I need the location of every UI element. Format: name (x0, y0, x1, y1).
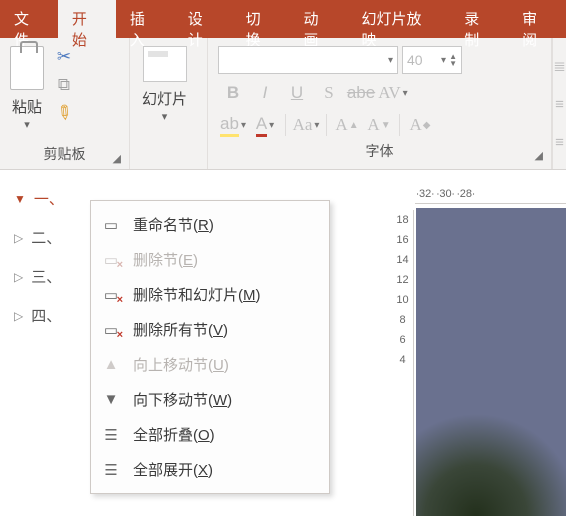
font-color-button[interactable]: A▾ (250, 112, 280, 138)
slide-edit-area[interactable] (416, 208, 566, 516)
italic-button[interactable]: I (250, 80, 280, 106)
outline-section[interactable]: ▷ 三、 (14, 266, 90, 287)
group-label-clipboard: 剪贴板◢ (6, 141, 123, 169)
slide-image (416, 396, 566, 516)
new-slide-button[interactable]: 幻灯片 ▾ (136, 42, 193, 145)
menu-label: 全部折叠(O) (133, 424, 215, 445)
menu-delete-every[interactable]: ▭ 删除所有节(V) (91, 312, 329, 347)
tab-设计[interactable]: 设计 (174, 0, 232, 38)
outline-label: 三、 (31, 266, 61, 287)
menu-delete: ▭ 删除节(E) (91, 242, 329, 277)
menu-label: 删除节(E) (133, 249, 198, 270)
tab-录制[interactable]: 录制 (450, 0, 508, 38)
group-clipboard: 粘贴 ▾ ✂ ⧉ ✎ 剪贴板◢ (0, 38, 130, 169)
tab-插入[interactable]: 插入 (116, 0, 174, 38)
triangle-right-icon[interactable]: ▷ (14, 309, 23, 323)
menu-label: 向下移动节(W) (133, 389, 232, 410)
outline-panel: ▼ 一、 ▷ 二、 ▷ 三、 ▷ 四、 (0, 170, 90, 344)
group-label-font: 字体◢ (214, 138, 545, 166)
ribbon-tabs: 文件开始插入设计切换动画幻灯片放映录制审阅 (0, 0, 566, 38)
outline-section[interactable]: ▷ 四、 (14, 305, 90, 326)
menu-expand[interactable]: ☰ 全部展开(X) (91, 452, 329, 487)
outline-section[interactable]: ▼ 一、 (14, 188, 90, 209)
outline-label: 四、 (31, 305, 61, 326)
collapse-icon: ☰ (101, 426, 121, 444)
paste-button[interactable]: 粘贴 ▾ (6, 42, 48, 141)
slides-label: 幻灯片 (142, 88, 187, 109)
triangle-down-icon[interactable]: ▼ (14, 192, 26, 206)
chevron-down-icon[interactable]: ▾ (24, 118, 30, 131)
menu-label: 全部展开(X) (133, 459, 213, 480)
font-size-combo[interactable]: 40▾▲▼ (402, 46, 462, 74)
section-context-menu: ▭ 重命名节(R) ▭ 删除节(E) ▭ 删除节和幻灯片(M) ▭ 删除所有节(V) ▲ 向上移动… (90, 200, 330, 494)
dialog-launcher-icon[interactable]: ◢ (113, 152, 121, 165)
tab-动画[interactable]: 动画 (290, 0, 348, 38)
menu-rename[interactable]: ▭ 重命名节(R) (91, 207, 329, 242)
group-label-slides (136, 145, 201, 169)
clipboard-icon (10, 46, 44, 90)
change-case-button[interactable]: Aa▾ (291, 112, 321, 138)
group-paragraph-edge: ≣ ≡ ≡ (552, 38, 566, 169)
delete-every-icon: ▭ (101, 321, 121, 339)
shadow-button[interactable]: S (314, 80, 344, 106)
triangle-right-icon[interactable]: ▷ (14, 231, 23, 245)
strikethrough-button[interactable]: abe (346, 80, 376, 106)
group-slides: 幻灯片 ▾ (130, 38, 208, 169)
highlight-button[interactable]: ab▾ (218, 112, 248, 138)
tab-切换[interactable]: 切换 (232, 0, 290, 38)
copy-button[interactable]: ⧉ (54, 76, 74, 94)
cut-button[interactable]: ✂ (54, 48, 74, 66)
bullets-icon[interactable]: ≣ (553, 57, 566, 75)
move-up-icon: ▲ (101, 356, 121, 373)
ribbon-content: 粘贴 ▾ ✂ ⧉ ✎ 剪贴板◢ 幻灯片 ▾ ▾ 40▾▲▼ B (0, 38, 566, 170)
tab-文件[interactable]: 文件 (0, 0, 58, 38)
tab-幻灯片放映[interactable]: 幻灯片放映 (347, 0, 450, 38)
bold-button[interactable]: B (218, 80, 248, 106)
align-icon[interactable]: ≡ (555, 134, 564, 151)
char-spacing-button[interactable]: AV▾ (378, 80, 408, 106)
font-name-combo[interactable]: ▾ (218, 46, 398, 74)
delete-icon: ▭ (101, 251, 121, 269)
ruler-vertical: 1816141210864 (392, 210, 414, 516)
shrink-font-button[interactable]: A▼ (364, 112, 394, 138)
grow-font-button[interactable]: A▲ (332, 112, 362, 138)
menu-delete-all[interactable]: ▭ 删除节和幻灯片(M) (91, 277, 329, 312)
triangle-right-icon[interactable]: ▷ (14, 270, 23, 284)
outline-section[interactable]: ▷ 二、 (14, 227, 90, 248)
move-down-icon: ▼ (101, 391, 121, 408)
menu-label: 向上移动节(U) (133, 354, 229, 375)
tab-开始[interactable]: 开始 (58, 0, 116, 38)
ruler-horizontal: ∙32∙∙30∙∙28∙ (415, 184, 566, 204)
menu-collapse[interactable]: ☰ 全部折叠(O) (91, 417, 329, 452)
menu-label: 删除所有节(V) (133, 319, 228, 340)
clear-format-button[interactable]: A◆ (405, 112, 435, 138)
dialog-launcher-icon[interactable]: ◢ (535, 149, 543, 162)
slide-thumb-icon (143, 46, 187, 82)
menu-label: 重命名节(R) (133, 214, 214, 235)
chevron-down-icon[interactable]: ▾ (162, 110, 168, 123)
align-icon[interactable]: ≡ (555, 96, 564, 113)
delete-all-icon: ▭ (101, 286, 121, 304)
paste-label: 粘贴 (12, 96, 42, 117)
rename-icon: ▭ (101, 216, 121, 234)
group-font: ▾ 40▾▲▼ B I U S abe AV▾ ab▾ A▾ Aa▾ A▲ A▼… (208, 38, 552, 169)
menu-move-down[interactable]: ▼ 向下移动节(W) (91, 382, 329, 417)
underline-button[interactable]: U (282, 80, 312, 106)
outline-label: 二、 (31, 227, 61, 248)
format-painter-button[interactable]: ✎ (51, 100, 78, 127)
menu-label: 删除节和幻灯片(M) (133, 284, 261, 305)
outline-label: 一、 (34, 188, 64, 209)
tab-审阅[interactable]: 审阅 (508, 0, 566, 38)
menu-move-up: ▲ 向上移动节(U) (91, 347, 329, 382)
expand-icon: ☰ (101, 461, 121, 479)
